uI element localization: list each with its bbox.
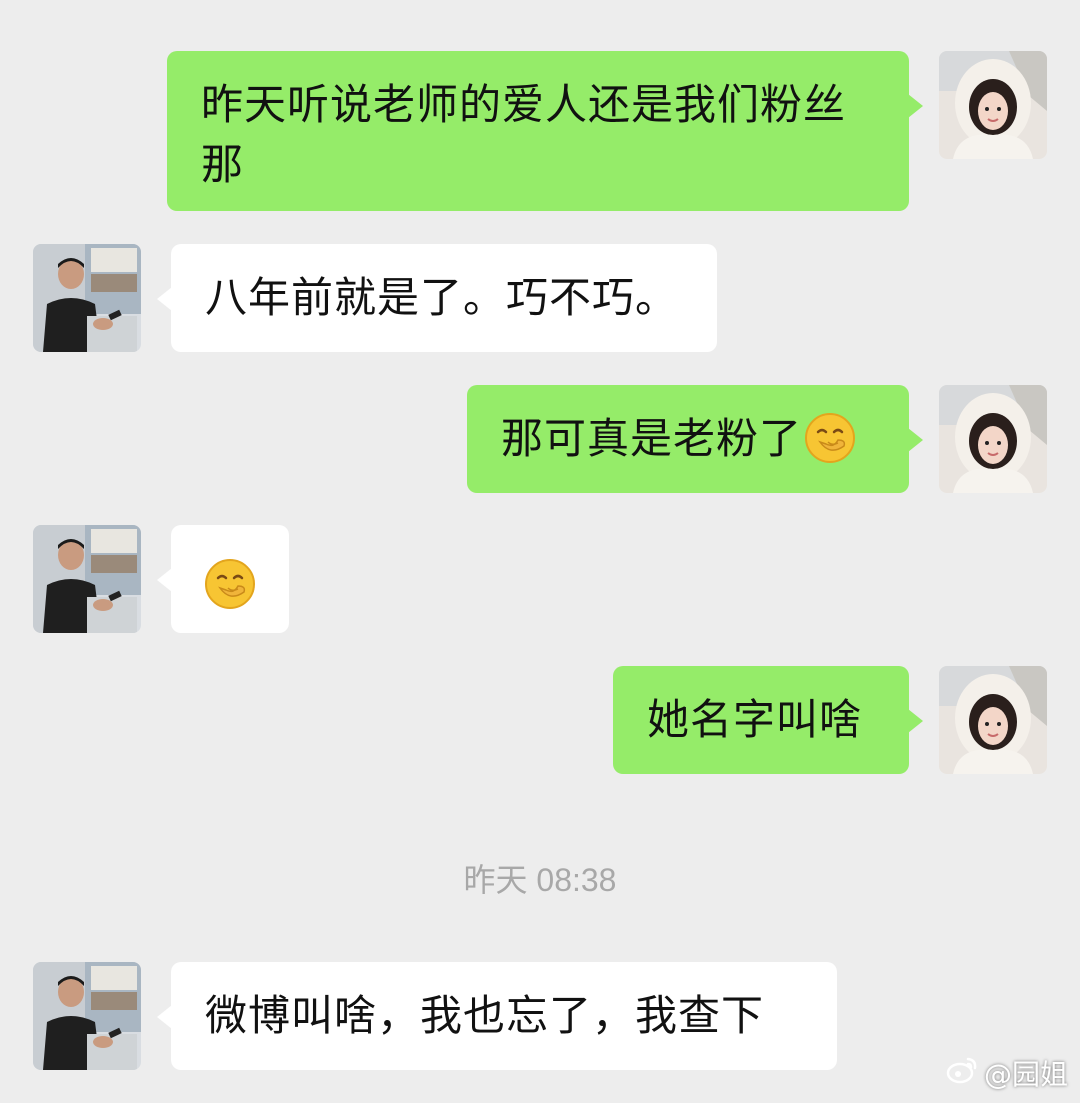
message-text: 微博叫啥，我也忘了，我查下 xyxy=(205,991,765,1040)
avatar-contact[interactable] xyxy=(33,525,141,633)
message-text: 昨天听说老师的爱人还是我们粉丝那 xyxy=(201,80,847,189)
message-text: 她名字叫啥 xyxy=(647,695,863,744)
message-bubble-self[interactable]: 那可真是老粉了 xyxy=(467,385,923,493)
message-text: 那可真是老粉了 xyxy=(501,414,803,463)
avatar-self[interactable] xyxy=(939,51,1047,159)
message-bubble-self[interactable]: 她名字叫啥 xyxy=(613,666,923,774)
smirk-emoji-icon xyxy=(204,558,256,610)
smirk-emoji-icon xyxy=(804,412,856,464)
avatar-contact[interactable] xyxy=(33,962,141,1070)
message-bubble-self[interactable]: 昨天听说老师的爱人还是我们粉丝那 xyxy=(167,51,923,211)
message-bubble-contact[interactable]: 八年前就是了。巧不巧。 xyxy=(157,244,717,352)
chat-timestamp: 昨天 08:38 xyxy=(463,862,617,898)
avatar-self[interactable] xyxy=(939,385,1047,493)
message-bubble-contact[interactable]: 微博叫啥，我也忘了，我查下 xyxy=(157,962,837,1070)
watermark: @园姐 xyxy=(946,1053,1068,1093)
avatar-self[interactable] xyxy=(939,666,1047,774)
message-bubble-contact[interactable] xyxy=(157,525,289,633)
avatar-contact[interactable] xyxy=(33,244,141,352)
weibo-icon xyxy=(946,1056,978,1091)
watermark-text: @园姐 xyxy=(983,1058,1068,1091)
message-text: 八年前就是了。巧不巧。 xyxy=(205,273,679,322)
